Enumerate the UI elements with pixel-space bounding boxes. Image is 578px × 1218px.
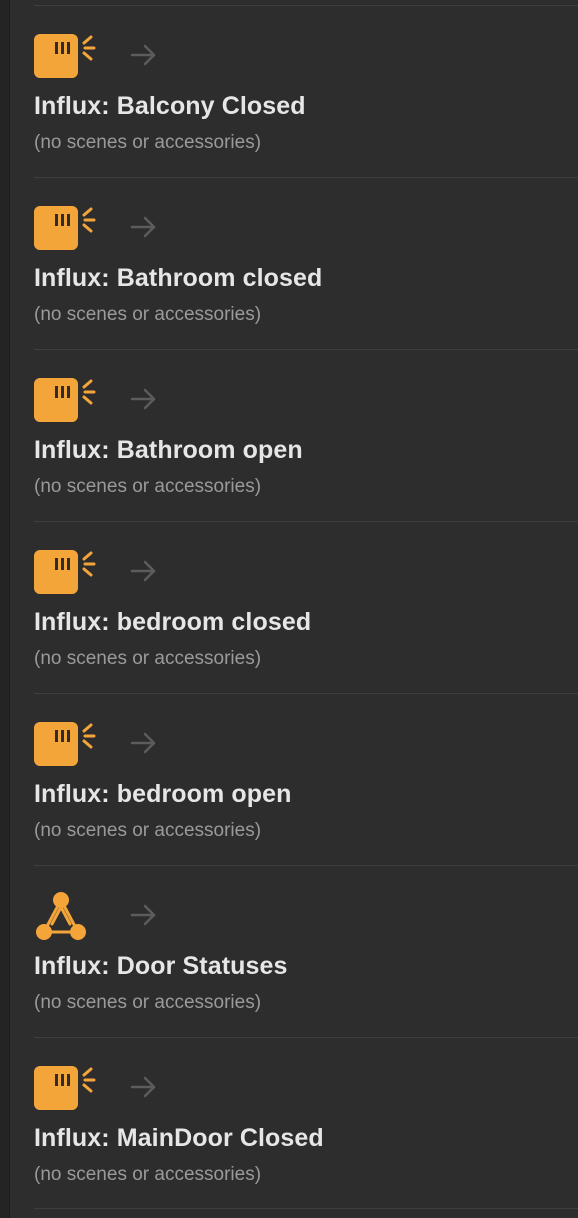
automation-subtitle: (no scenes or accessories) [34, 476, 262, 497]
automation-title: Influx: Door Statuses [34, 952, 288, 980]
automation-title: Influx: bedroom closed [34, 608, 312, 636]
automation-list-window: Influx: Balcony Closed (no scenes or acc… [0, 0, 578, 1218]
automation-row[interactable]: Influx: bedroom closed (no scenes or acc… [34, 521, 578, 693]
sidebar-edge [0, 0, 10, 1218]
sensor-icon [34, 1066, 96, 1110]
sensor-icon [34, 206, 96, 250]
automation-row[interactable]: Influx: MainDoor Closed (no scenes or ac… [34, 1037, 578, 1209]
sensor-icon [34, 34, 96, 78]
automation-title: Influx: Bathroom closed [34, 264, 323, 292]
sensor-icon [34, 550, 96, 594]
automation-row[interactable]: Influx: Door Statuses (no scenes or acce… [34, 865, 578, 1037]
arrow-right-icon [130, 904, 156, 926]
automation-subtitle: (no scenes or accessories) [34, 648, 262, 669]
automation-subtitle: (no scenes or accessories) [34, 304, 262, 325]
arrow-right-icon [130, 560, 156, 582]
arrow-right-icon [130, 1076, 156, 1098]
arrow-right-icon [130, 216, 156, 238]
sensor-icon [34, 722, 96, 766]
automation-title: Influx: Balcony Closed [34, 92, 306, 120]
automation-list: Influx: Balcony Closed (no scenes or acc… [34, 5, 578, 1209]
automation-title: Influx: Bathroom open [34, 436, 303, 464]
arrow-right-icon [130, 732, 156, 754]
sensor-icon [34, 378, 96, 422]
automation-subtitle: (no scenes or accessories) [34, 132, 262, 153]
automation-title: Influx: MainDoor Closed [34, 1124, 324, 1152]
automation-subtitle: (no scenes or accessories) [34, 1164, 262, 1185]
automation-row[interactable]: Influx: Bathroom open (no scenes or acce… [34, 349, 578, 521]
automation-title: Influx: bedroom open [34, 780, 292, 808]
arrow-right-icon [130, 44, 156, 66]
automation-row[interactable]: Influx: Balcony Closed (no scenes or acc… [34, 5, 578, 177]
arrow-right-icon [130, 388, 156, 410]
network-icon [36, 892, 86, 940]
automation-row[interactable]: Influx: Bathroom closed (no scenes or ac… [34, 177, 578, 349]
automation-row[interactable]: Influx: bedroom open (no scenes or acces… [34, 693, 578, 865]
automation-subtitle: (no scenes or accessories) [34, 992, 262, 1013]
automation-subtitle: (no scenes or accessories) [34, 820, 262, 841]
